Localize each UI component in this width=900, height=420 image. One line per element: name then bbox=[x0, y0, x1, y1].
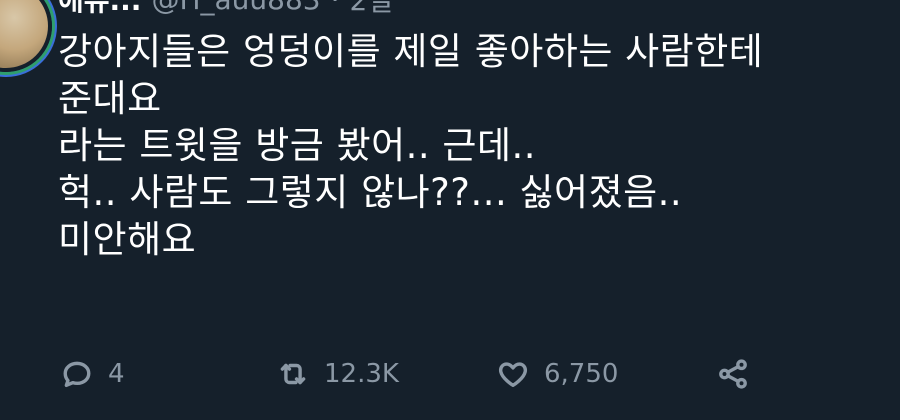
tweet-line: 미안해요 bbox=[58, 218, 197, 261]
reply-icon bbox=[63, 361, 91, 388]
share-icon bbox=[719, 359, 747, 389]
share-button[interactable] bbox=[716, 352, 750, 396]
tweet-time[interactable]: 2일 bbox=[350, 0, 394, 19]
tweet: 애뮤... @H_auu883 · 2일 강아지들은 엉덩이를 제일 좋아하는 … bbox=[0, 0, 900, 420]
tweet-line: 라는 트윗을 방금 봤어.. 근데.. bbox=[58, 124, 537, 167]
retweet-count: 12.3K bbox=[324, 359, 399, 389]
separator-dot: · bbox=[331, 0, 340, 16]
reply-button[interactable]: 4 bbox=[60, 352, 125, 396]
display-name[interactable]: 애뮤... bbox=[58, 0, 141, 19]
avatar[interactable] bbox=[0, 0, 52, 72]
user-handle[interactable]: @H_auu883 bbox=[151, 0, 320, 16]
tweet-actions: 4 12.3K 6,750 bbox=[60, 352, 880, 396]
tweet-text: 강아지들은 엉덩이를 제일 좋아하는 사람한테 준대요 라는 트윗을 방금 봤어… bbox=[58, 28, 888, 263]
retweet-icon bbox=[280, 363, 306, 385]
like-count: 6,750 bbox=[544, 359, 619, 389]
reply-count: 4 bbox=[108, 359, 125, 389]
heart-icon bbox=[498, 362, 528, 388]
tweet-line: 강아지들은 엉덩이를 제일 좋아하는 사람한테 bbox=[58, 30, 764, 73]
tweet-line: 준대요 bbox=[58, 77, 162, 120]
like-button[interactable]: 6,750 bbox=[496, 352, 618, 396]
retweet-button[interactable]: 12.3K bbox=[276, 352, 399, 396]
tweet-header: 애뮤... @H_auu883 · 2일 bbox=[58, 0, 394, 19]
tweet-line: 헉.. 사람도 그렇지 않나??... 싫어졌음.. bbox=[58, 171, 683, 214]
